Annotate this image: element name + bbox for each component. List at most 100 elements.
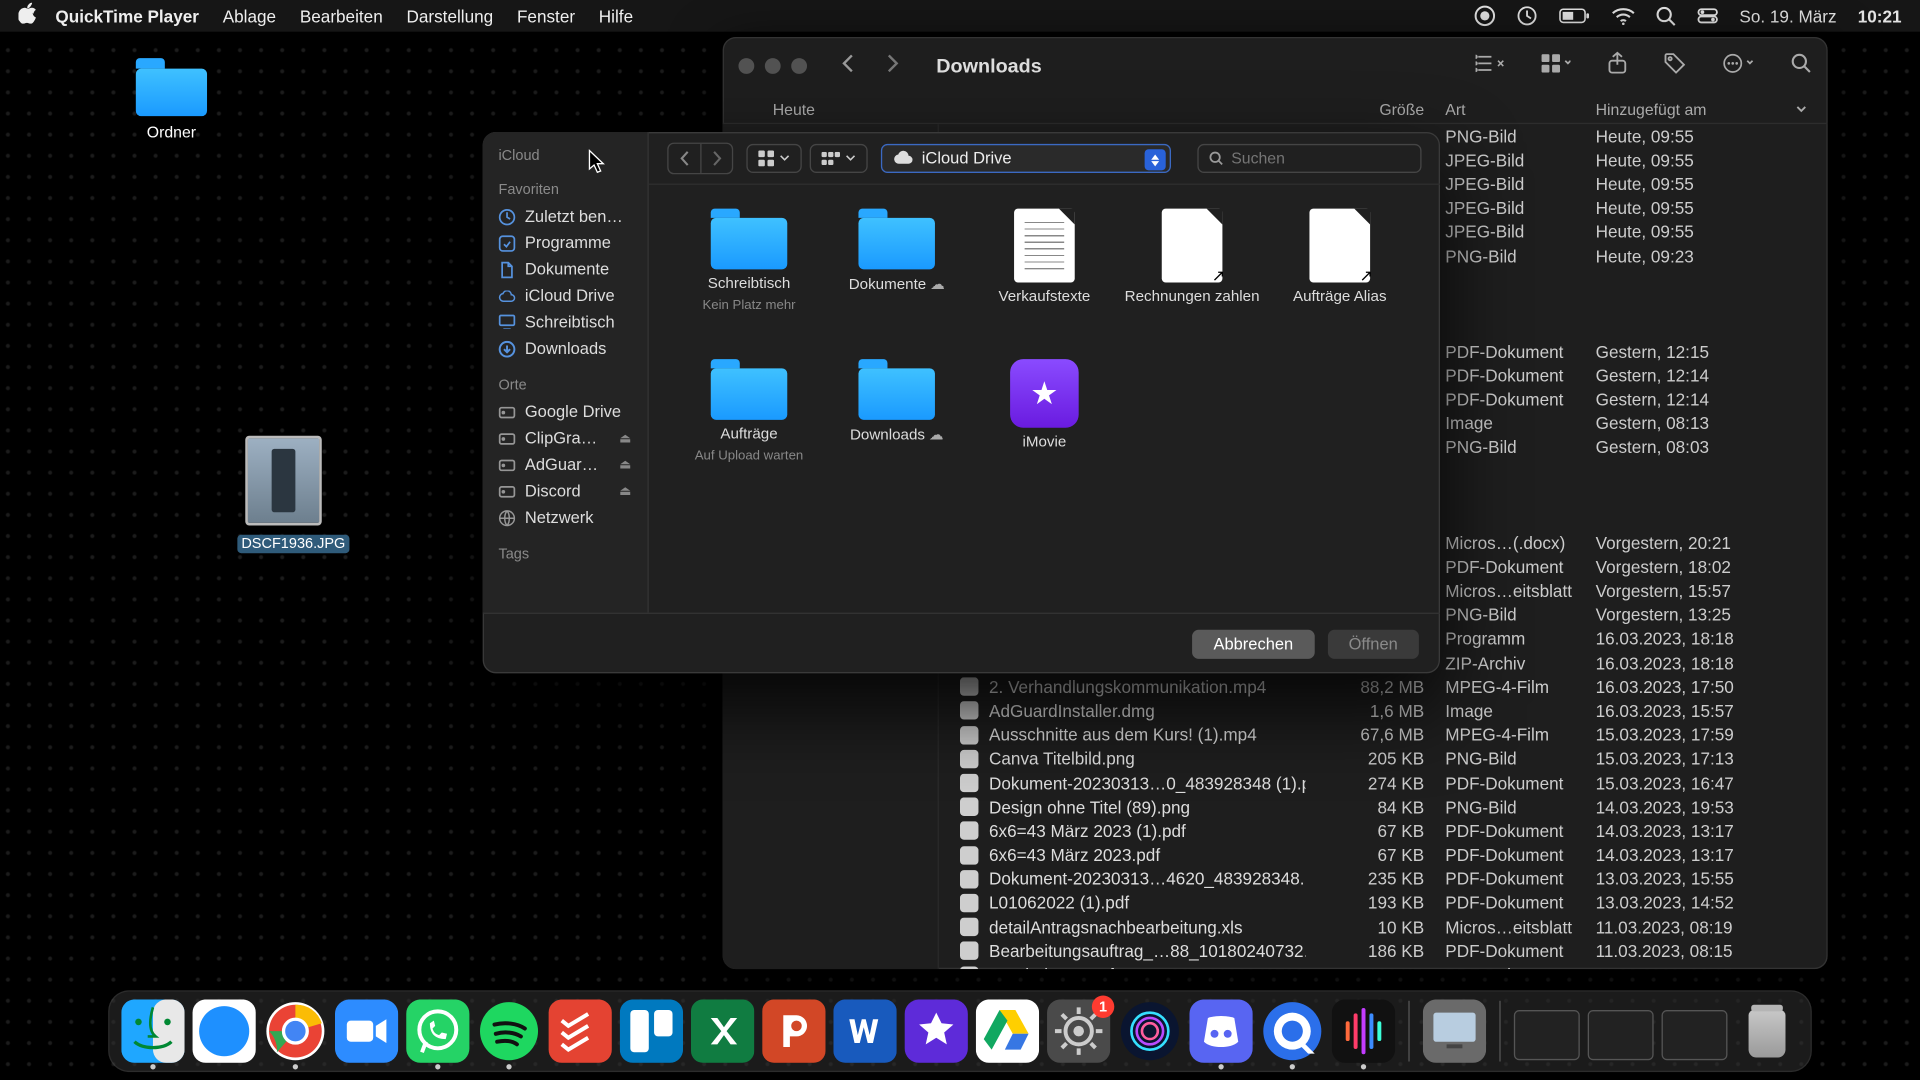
dock-todoist[interactable]: [549, 999, 612, 1062]
zoom-button[interactable]: [791, 58, 807, 74]
dock-imovie[interactable]: [905, 999, 968, 1062]
table-row[interactable]: 6x6=43 März 2023 (1).pdf67 KBPDF-Dokumen…: [939, 819, 1828, 843]
search-input[interactable]: [1231, 149, 1409, 167]
table-row[interactable]: detailAntragsnachbearbeitung.xls10 KBMic…: [939, 915, 1828, 939]
sidebar-item-downloads[interactable]: Downloads: [483, 335, 648, 361]
table-row[interactable]: Design ohne Titel (89).png84 KBPNG-Bild1…: [939, 795, 1828, 819]
view-options-icon[interactable]: [1476, 52, 1505, 80]
menu-bearbeiten[interactable]: Bearbeiten: [300, 6, 383, 26]
sidebar-item-programme[interactable]: Programme: [483, 230, 648, 256]
dock-powerpnt[interactable]: [762, 999, 825, 1062]
group-icon[interactable]: [1542, 53, 1571, 78]
search-field[interactable]: [1197, 143, 1421, 172]
control-center-icon[interactable]: [1697, 8, 1718, 24]
forward-button[interactable]: [700, 143, 732, 172]
col-name[interactable]: Heute: [744, 100, 1306, 118]
dock-minimized-window[interactable]: [1662, 1009, 1728, 1059]
search-icon[interactable]: [1791, 52, 1812, 80]
dock-word[interactable]: [833, 999, 896, 1062]
group-button[interactable]: [810, 143, 868, 172]
table-row[interactable]: AdGuardInstaller.dmg1,6 MBImage16.03.202…: [939, 699, 1828, 723]
desktop[interactable]: QuickTime Player Ablage Bearbeiten Darstel…: [0, 0, 1920, 1080]
table-row[interactable]: Ausschnitte aus dem Kurs! (1).mp467,6 MB…: [939, 723, 1828, 747]
desktop-folder[interactable]: Ordner: [132, 58, 211, 141]
menubar-date[interactable]: So. 19. März: [1739, 6, 1836, 26]
sidebar-item-clipgra-[interactable]: ClipGra…⏏: [483, 425, 648, 451]
icon-view-button[interactable]: [746, 143, 801, 172]
action-icon[interactable]: [1722, 52, 1754, 80]
battery-icon[interactable]: [1559, 8, 1591, 24]
wifi-icon[interactable]: [1611, 7, 1635, 24]
open-button[interactable]: Öffnen: [1328, 629, 1419, 658]
table-row[interactable]: 6x6=43 März 2023.pdf67 KBPDF-Dokument14.…: [939, 843, 1828, 867]
dialog-icon-grid[interactable]: SchreibtischKein Platz mehrDokumente☁︎Ve…: [649, 185, 1440, 613]
grid-item-verkaufstexte[interactable]: Verkaufstexte: [973, 209, 1115, 354]
sidebar-item-netzwerk[interactable]: Netzwerk: [483, 504, 648, 530]
dock-finder[interactable]: [121, 999, 184, 1062]
dock-audio[interactable]: [1332, 999, 1395, 1062]
spotlight-icon[interactable]: [1656, 6, 1676, 26]
grid-item-imovie[interactable]: ★iMovie: [973, 359, 1115, 504]
table-row[interactable]: L01062022 (1).pdf193 KBPDF-Dokument13.03…: [939, 891, 1828, 915]
tag-icon[interactable]: [1664, 52, 1685, 80]
menubar-time[interactable]: 10:21: [1858, 6, 1902, 26]
sidebar-item-zuletzt-ben-[interactable]: Zuletzt ben…: [483, 203, 648, 229]
forward-button[interactable]: [880, 52, 905, 80]
eject-icon[interactable]: ⏏: [619, 484, 631, 499]
desktop-image[interactable]: DSCF1936.JPG: [237, 436, 329, 555]
dock-safari[interactable]: [193, 999, 256, 1062]
grid-item-auftr-ge[interactable]: AufträgeAuf Upload warten: [678, 359, 820, 504]
dock-excel[interactable]: [691, 999, 754, 1062]
table-row[interactable]: Bearbeitungsauftrag_…88_10180240732.pdf1…: [939, 939, 1828, 963]
dock-quicktime[interactable]: [1261, 999, 1324, 1062]
dock-minimized-window[interactable]: [1514, 1009, 1580, 1059]
close-button[interactable]: [738, 58, 754, 74]
col-kind[interactable]: Art: [1424, 100, 1582, 118]
dock-zoom[interactable]: [335, 999, 398, 1062]
apple-menu[interactable]: [18, 3, 36, 29]
back-button[interactable]: [836, 52, 861, 80]
table-row[interactable]: Canva Titelbild.png205 KBPNG-Bild15.03.2…: [939, 747, 1828, 771]
sidebar-item-adguar-[interactable]: AdGuar…⏏: [483, 452, 648, 478]
table-row[interactable]: Dokument-20230313…4620_483928348.pdf235 …: [939, 867, 1828, 891]
col-added[interactable]: Hinzugefügt am: [1582, 100, 1806, 118]
eject-icon[interactable]: ⏏: [619, 431, 631, 446]
dock-discord[interactable]: [1189, 999, 1252, 1062]
grid-item-dokumente[interactable]: Dokumente☁︎: [825, 209, 967, 354]
menu-darstellung[interactable]: Darstellung: [406, 6, 493, 26]
grid-item-schreibtisch[interactable]: SchreibtischKein Platz mehr: [678, 209, 820, 354]
sidebar-item-icloud-drive[interactable]: iCloud Drive: [483, 283, 648, 309]
dock-spotify[interactable]: [477, 999, 540, 1062]
menu-ablage[interactable]: Ablage: [223, 6, 276, 26]
location-popup[interactable]: iCloud Drive: [881, 143, 1171, 172]
col-size[interactable]: Größe: [1305, 100, 1424, 118]
sidebar-item-dokumente[interactable]: Dokumente: [483, 256, 648, 282]
grid-item-auftr-ge-alias[interactable]: ↗Aufträge Alias: [1269, 209, 1411, 354]
dock-launchpad[interactable]: [1423, 999, 1486, 1062]
table-row[interactable]: Dokument-20230313…0_483928348 (1).pdf274…: [939, 771, 1828, 795]
screen-record-icon[interactable]: [1474, 5, 1495, 26]
dock-whatsapp[interactable]: [406, 999, 469, 1062]
clock-icon[interactable]: [1517, 5, 1538, 26]
menu-hilfe[interactable]: Hilfe: [599, 6, 633, 26]
share-icon[interactable]: [1607, 51, 1627, 80]
eject-icon[interactable]: ⏏: [619, 457, 631, 472]
sidebar-item-schreibtisch[interactable]: Schreibtisch: [483, 309, 648, 335]
back-button[interactable]: [669, 143, 701, 172]
sidebar-item-google-drive[interactable]: Google Drive: [483, 399, 648, 425]
dock-trash[interactable]: [1735, 999, 1798, 1062]
app-name[interactable]: QuickTime Player: [55, 6, 199, 26]
dock-chrome[interactable]: [264, 999, 327, 1062]
table-row[interactable]: 2. Verhandlungskommunikation.mp488,2 MBM…: [939, 675, 1828, 699]
grid-item-rechnungen-zahlen[interactable]: ↗Rechnungen zahlen: [1121, 209, 1263, 354]
dock-settings[interactable]: 1: [1047, 999, 1110, 1062]
minimize-button[interactable]: [765, 58, 781, 74]
cancel-button[interactable]: Abbrechen: [1192, 629, 1314, 658]
dock-minimized-window[interactable]: [1588, 1009, 1654, 1059]
sidebar-item-discord[interactable]: Discord⏏: [483, 478, 648, 504]
table-row[interactable]: Bearbeitungsauftrag_…06_10180240732.pdf1…: [939, 963, 1828, 969]
grid-item-downloads[interactable]: Downloads☁︎: [825, 359, 967, 504]
dock-gdrive[interactable]: [976, 999, 1039, 1062]
menu-fenster[interactable]: Fenster: [517, 6, 575, 26]
dock-siri[interactable]: [1118, 999, 1181, 1062]
